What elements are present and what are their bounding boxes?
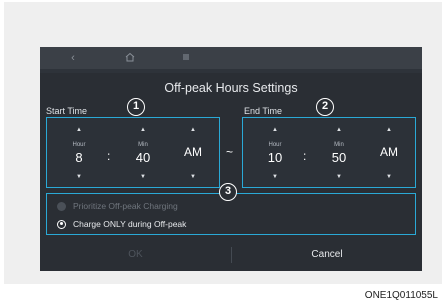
option-label: Charge ONLY during Off-peak	[73, 219, 187, 229]
down-arrow-icon[interactable]: ▼	[175, 174, 211, 180]
up-arrow-icon[interactable]: ▲	[318, 127, 360, 133]
callout-marker-1: 1	[127, 98, 145, 116]
end-minute-value: 50	[331, 150, 347, 165]
infotainment-screen: ‹ Off-peak Hours Settings Start Time End…	[40, 47, 422, 271]
end-time-label: End Time	[244, 106, 283, 116]
off-peak-dialog: Off-peak Hours Settings Start Time End T…	[40, 73, 422, 271]
chevron-left-icon[interactable]: ‹	[66, 51, 80, 65]
menu-icon[interactable]	[179, 51, 193, 65]
min-unit-label: Min	[138, 142, 148, 148]
colon-separator: :	[107, 149, 111, 163]
figure-caption: ONE1Q011055L	[364, 290, 438, 301]
down-arrow-icon[interactable]: ▼	[122, 174, 164, 180]
end-ampm-spinner[interactable]: ▲ AM ▼	[371, 118, 407, 187]
ok-button[interactable]: OK	[40, 241, 231, 269]
down-arrow-icon[interactable]: ▼	[257, 174, 293, 180]
cancel-button[interactable]: Cancel	[232, 241, 422, 269]
up-arrow-icon[interactable]: ▲	[371, 127, 407, 133]
hour-unit-label: Hour	[268, 142, 282, 148]
callout-marker-3: 3	[219, 183, 237, 201]
start-hour-value: 8	[75, 150, 83, 165]
start-time-picker: ▲ Hour 8 ▼ : ▲ Min 40 ▼ ▲ AM ▼	[46, 117, 220, 188]
up-arrow-icon[interactable]: ▲	[61, 127, 97, 133]
colon-separator: :	[303, 149, 307, 163]
down-arrow-icon[interactable]: ▼	[61, 174, 97, 180]
start-ampm-spinner[interactable]: ▲ AM ▼	[175, 118, 211, 187]
dialog-title: Off-peak Hours Settings	[164, 81, 298, 95]
radio-selected-icon[interactable]	[57, 219, 66, 229]
callout-marker-2: 2	[316, 98, 334, 116]
option-charge-only-off-peak[interactable]: Charge ONLY during Off-peak	[57, 218, 186, 230]
up-arrow-icon[interactable]: ▲	[175, 127, 211, 133]
up-arrow-icon[interactable]: ▲	[257, 127, 293, 133]
start-minute-value: 40	[135, 150, 151, 165]
up-arrow-icon[interactable]: ▲	[122, 127, 164, 133]
hour-unit-label: Hour	[72, 142, 86, 148]
home-icon[interactable]	[123, 51, 137, 65]
top-navbar: ‹	[40, 47, 422, 69]
end-hour-spinner[interactable]: ▲ Hour 10 ▼	[257, 118, 293, 187]
min-unit-label: Min	[334, 142, 344, 148]
start-time-label: Start Time	[46, 106, 88, 116]
start-hour-spinner[interactable]: ▲ Hour 8 ▼	[61, 118, 97, 187]
end-minute-spinner[interactable]: ▲ Min 50 ▼	[318, 118, 360, 187]
figure-frame: ‹ Off-peak Hours Settings Start Time End…	[4, 2, 442, 284]
end-time-picker: ▲ Hour 10 ▼ : ▲ Min 50 ▼ ▲ AM ▼	[242, 117, 416, 188]
start-minute-spinner[interactable]: ▲ Min 40 ▼	[122, 118, 164, 187]
option-label: Prioritize Off-peak Charging	[73, 201, 178, 211]
end-hour-value: 10	[267, 150, 283, 165]
down-arrow-icon[interactable]: ▼	[371, 174, 407, 180]
option-prioritize-off-peak[interactable]: Prioritize Off-peak Charging	[57, 200, 178, 212]
down-arrow-icon[interactable]: ▼	[318, 174, 360, 180]
start-ampm-value: AM	[184, 145, 202, 159]
end-ampm-value: AM	[380, 145, 398, 159]
range-separator: ~	[226, 145, 234, 159]
radio-unselected-icon[interactable]	[57, 201, 66, 211]
